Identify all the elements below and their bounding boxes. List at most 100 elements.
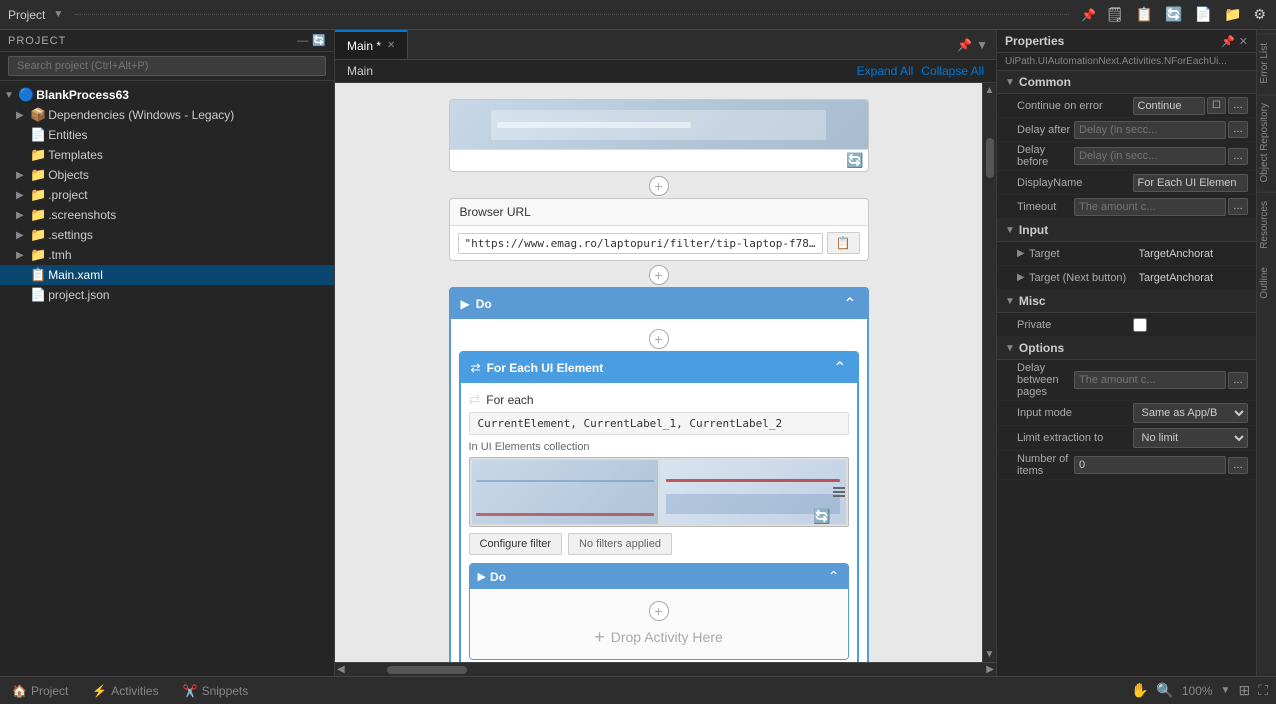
prop-row-timeout: Timeout … bbox=[997, 195, 1256, 219]
prop-checkbox-private[interactable] bbox=[1133, 318, 1147, 332]
side-tool-outline[interactable]: Outline bbox=[1257, 259, 1276, 307]
tab-close-btn[interactable]: ✕ bbox=[387, 40, 395, 51]
tree-item-templates[interactable]: 📁 Templates bbox=[0, 145, 334, 165]
prop-btn-delay-pages-more[interactable]: … bbox=[1228, 372, 1248, 389]
open-file-btn[interactable]: 📋 bbox=[1134, 4, 1155, 25]
screenshot-refresh-btn[interactable]: 🔄 bbox=[846, 152, 863, 169]
tree-item-entities[interactable]: 📄 Entities bbox=[0, 125, 334, 145]
project-dropdown[interactable]: ▼ bbox=[53, 9, 63, 20]
props-section-options-header[interactable]: ▼ Options bbox=[997, 337, 1256, 360]
scroll-up-btn[interactable]: ▲ bbox=[983, 83, 996, 98]
side-tool-resources[interactable]: Resources bbox=[1257, 192, 1276, 257]
prop-row-displayname: DisplayName For Each UI Elemen bbox=[997, 171, 1256, 195]
prop-btn-timeout-more[interactable]: … bbox=[1228, 198, 1248, 215]
prop-select-input-mode[interactable]: Same as App/B Simulate Hardware Events bbox=[1133, 403, 1249, 423]
bottom-tab-project[interactable]: 🏠 Project bbox=[0, 677, 80, 704]
tree-item-settings[interactable]: ▶ 📁 .settings bbox=[0, 225, 334, 245]
drop-activity-zone[interactable]: + Drop Activity Here bbox=[594, 627, 723, 648]
for-each-icon: ⇄ bbox=[471, 361, 481, 375]
props-close-btn[interactable]: ✕ bbox=[1239, 35, 1248, 48]
inner-do-collapse[interactable]: ⌃ bbox=[828, 568, 840, 585]
tree-item-project-json[interactable]: 📄 project.json bbox=[0, 285, 334, 305]
tab-main[interactable]: Main * ✕ bbox=[335, 30, 408, 59]
for-each-collapse[interactable]: ⌃ bbox=[833, 358, 846, 378]
hand-tool-btn[interactable]: ✋ bbox=[1131, 682, 1148, 699]
refresh-project-btn[interactable]: 🔄 bbox=[312, 34, 326, 47]
props-pin-btn[interactable]: 📌 bbox=[1221, 35, 1235, 48]
prop-btn-num-items-more[interactable]: … bbox=[1228, 457, 1248, 474]
pin-icon[interactable]: 📌 bbox=[1081, 8, 1096, 22]
expand-all-btn[interactable]: Expand All bbox=[857, 64, 914, 78]
no-filters-status: No filters applied bbox=[568, 533, 672, 555]
prop-input-delay-pages[interactable] bbox=[1074, 371, 1226, 389]
tree-item-blank-process[interactable]: ▼ 🔵 BlankProcess63 bbox=[0, 85, 334, 105]
tree-item-project-dir[interactable]: ▶ 📁 .project bbox=[0, 185, 334, 205]
fullscreen-btn[interactable]: ⛶ bbox=[1258, 682, 1268, 699]
configure-filter-btn[interactable]: Configure filter bbox=[469, 533, 563, 555]
props-section-misc-header[interactable]: ▼ Misc bbox=[997, 290, 1256, 313]
screenshot-refresh-inner-btn[interactable]: 🔄 bbox=[813, 508, 830, 525]
misc-section-title: Misc bbox=[1019, 294, 1046, 308]
prop-row-private: Private bbox=[997, 313, 1256, 337]
tree-label-objects: Objects bbox=[48, 168, 89, 182]
prop-btn-delay-before-more[interactable]: … bbox=[1228, 148, 1248, 165]
prop-input-continue[interactable]: Continue bbox=[1133, 97, 1206, 115]
prop-input-timeout[interactable] bbox=[1074, 198, 1226, 216]
side-tool-error-list[interactable]: Error List bbox=[1257, 34, 1276, 92]
for-each-label: For Each UI Element bbox=[487, 361, 828, 375]
side-tool-object-repository[interactable]: Object Repository bbox=[1257, 94, 1276, 190]
tree-label-blank-process: BlankProcess63 bbox=[36, 88, 129, 102]
props-breadcrumb: UiPath.UIAutomationNext.Activities.NForE… bbox=[997, 53, 1256, 71]
plus-btn-top[interactable]: + bbox=[649, 176, 669, 196]
prop-btn-continue-toggle[interactable]: ☐ bbox=[1207, 97, 1226, 114]
canvas-search-btn[interactable]: 🔍 bbox=[1156, 682, 1173, 699]
outer-do-collapse[interactable]: ⌃ bbox=[843, 294, 856, 314]
pin-tab-btn[interactable]: 📌 bbox=[957, 38, 972, 52]
project-tree: ▼ 🔵 BlankProcess63 ▶ 📦 Dependencies (Win… bbox=[0, 81, 334, 676]
collapse-all-canvas-btn[interactable]: Collapse All bbox=[921, 64, 984, 78]
plus-btn-mid[interactable]: + bbox=[649, 265, 669, 285]
browser-url-activity: Browser URL "https://www.emag.ro/laptopu… bbox=[449, 198, 869, 261]
bottom-tab-activities[interactable]: ⚡ Activities bbox=[80, 677, 170, 704]
drop-activity-label: Drop Activity Here bbox=[611, 629, 723, 645]
prop-input-delay-before[interactable] bbox=[1074, 147, 1226, 165]
settings-btn[interactable]: ⚙ bbox=[1251, 4, 1268, 25]
new-sequence-btn[interactable]: 🗒 bbox=[1104, 4, 1126, 25]
refresh-btn[interactable]: 🔄 bbox=[1163, 4, 1184, 25]
props-section-input-header[interactable]: ▼ Input bbox=[997, 219, 1256, 242]
prop-btn-delay-after-more[interactable]: … bbox=[1228, 121, 1248, 138]
tab-dropdown-btn[interactable]: ▼ bbox=[976, 38, 988, 52]
tree-item-screenshots[interactable]: ▶ 📁 .screenshots bbox=[0, 205, 334, 225]
project-bottom-label: Project bbox=[31, 684, 68, 698]
fit-btn[interactable]: ⊞ bbox=[1238, 682, 1250, 699]
folder-btn[interactable]: 📁 bbox=[1222, 4, 1243, 25]
tree-item-tmh[interactable]: ▶ 📁 .tmh bbox=[0, 245, 334, 265]
props-section-options: ▼ Options Delay between pages … Input mo… bbox=[997, 337, 1256, 480]
prop-input-delay-after[interactable] bbox=[1074, 121, 1226, 139]
prop-label-delay-pages: Delay between pages bbox=[1017, 362, 1074, 398]
scroll-left-btn[interactable]: ◀ bbox=[335, 664, 347, 675]
tree-item-dependencies[interactable]: ▶ 📦 Dependencies (Windows - Legacy) bbox=[0, 105, 334, 125]
prop-row-delay-pages: Delay between pages … bbox=[997, 360, 1256, 401]
plus-btn-drop-top[interactable]: + bbox=[649, 601, 669, 621]
bottom-tab-snippets[interactable]: ✂️ Snippets bbox=[171, 677, 261, 704]
search-input[interactable] bbox=[8, 56, 326, 76]
prop-input-num-items[interactable] bbox=[1074, 456, 1226, 474]
prop-btn-continue-more[interactable]: … bbox=[1228, 97, 1248, 114]
zoom-dropdown-btn[interactable]: ▼ bbox=[1221, 685, 1231, 696]
plus-btn-inner-top[interactable]: + bbox=[649, 329, 669, 349]
copy-btn[interactable]: 📄 bbox=[1193, 4, 1214, 25]
activities-bottom-label: Activities bbox=[111, 684, 158, 698]
inner-do-label: Do bbox=[490, 570, 824, 584]
collapse-all-btn[interactable]: — bbox=[297, 34, 308, 47]
url-browse-btn[interactable]: 📋 bbox=[827, 232, 860, 254]
prop-select-limit-extraction[interactable]: No limit Number of items bbox=[1133, 428, 1249, 448]
scroll-down-btn[interactable]: ▼ bbox=[983, 647, 996, 662]
scroll-right-btn[interactable]: ▶ bbox=[984, 664, 996, 675]
tree-item-objects[interactable]: ▶ 📁 Objects bbox=[0, 165, 334, 185]
prop-row-target-next: ▶ Target (Next button) TargetAnchorat bbox=[997, 266, 1256, 290]
tree-item-main-xaml[interactable]: 📋 Main.xaml bbox=[0, 265, 334, 285]
prop-label-continue: Continue on error bbox=[1017, 100, 1133, 112]
props-section-common-header[interactable]: ▼ Common bbox=[997, 71, 1256, 94]
prop-row-input-mode: Input mode Same as App/B Simulate Hardwa… bbox=[997, 401, 1256, 426]
